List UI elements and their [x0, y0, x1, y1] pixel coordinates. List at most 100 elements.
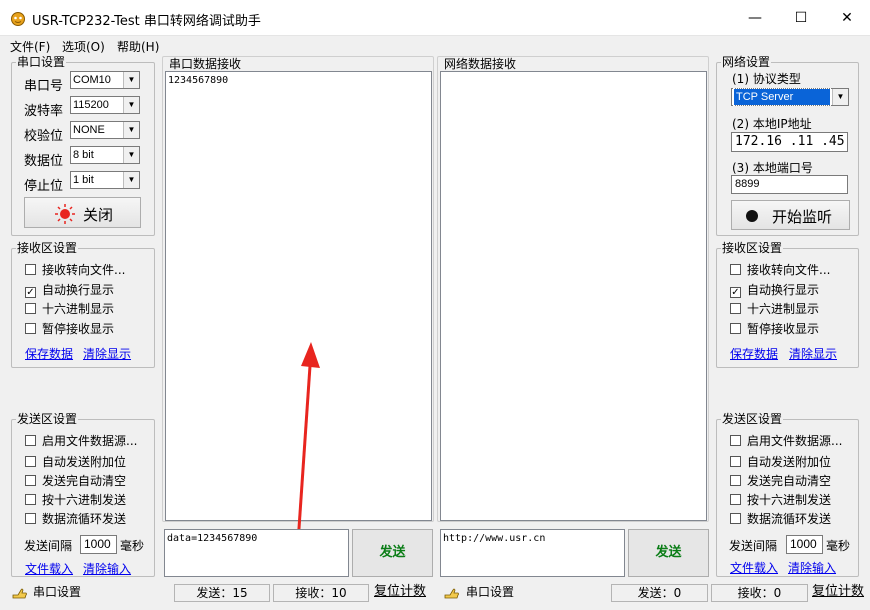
left-pause-display-checkbox[interactable]: 暂停接收显示 — [25, 322, 114, 338]
right-hex-send-checkbox[interactable]: 按十六进制发送 — [730, 493, 831, 509]
right-clear-display-link[interactable]: 清除显示 — [789, 345, 837, 362]
app-icon — [11, 12, 25, 26]
checkbox-label: 自动换行显示 — [747, 283, 820, 297]
left-hex-send-checkbox[interactable]: 按十六进制发送 — [25, 493, 126, 509]
start-listen-label: 开始监听 — [772, 208, 833, 226]
checkbox-box — [25, 513, 36, 524]
right-auto-wrap-checkbox[interactable]: ✓ 自动换行显示 — [730, 283, 819, 299]
protocol-label: (1) 协议类型 — [732, 72, 801, 86]
right-loop-send-checkbox[interactable]: 数据流循环发送 — [730, 512, 831, 528]
close-port-button[interactable]: 关闭 — [24, 197, 141, 228]
right-recv-to-file-checkbox[interactable]: 接收转向文件... — [730, 263, 830, 279]
checkbox-box — [730, 435, 741, 446]
checkbox-label: 自动发送附加位 — [42, 455, 127, 469]
left-clear-display-link[interactable]: 清除显示 — [83, 345, 131, 362]
right-send-legend: 发送区设置 — [722, 412, 783, 426]
baud-select[interactable]: 115200 ▼ — [70, 96, 140, 114]
minimize-button[interactable]: — — [732, 0, 778, 36]
ip-input[interactable]: 172.16 .11 .45 — [731, 132, 848, 152]
checkbox-box — [730, 513, 741, 524]
right-hex-display-checkbox[interactable]: 十六进制显示 — [730, 302, 819, 318]
maximize-button[interactable]: ☐ — [778, 0, 824, 36]
start-listen-button[interactable]: 开始监听 — [731, 200, 850, 230]
network-receive-textarea[interactable] — [440, 71, 707, 521]
checkbox-label: 自动发送附加位 — [747, 455, 832, 469]
menu-help[interactable]: 帮助(H) — [117, 38, 159, 55]
parity-select[interactable]: NONE ▼ — [70, 121, 140, 139]
hand-pointer-icon — [12, 588, 27, 599]
left-save-data-link[interactable]: 保存数据 — [25, 345, 73, 362]
left-append-bits-checkbox[interactable]: 自动发送附加位 — [25, 455, 126, 471]
menu-bar: 文件(F) 选项(O) 帮助(H) — [0, 36, 870, 56]
port-value: COM10 — [73, 74, 111, 86]
status-right-reset-counter[interactable]: 复位计数 — [812, 584, 864, 602]
close-window-button[interactable]: ✕ — [824, 0, 870, 36]
network-send-input[interactable]: http://www.usr.cn — [440, 529, 625, 577]
checkbox-box — [730, 494, 741, 505]
menu-file[interactable]: 文件(F) — [10, 38, 50, 55]
serial-send-button[interactable]: 发送 — [352, 529, 433, 577]
port-select[interactable]: COM10 ▼ — [70, 71, 140, 89]
left-file-source-checkbox[interactable]: 启用文件数据源... — [25, 434, 137, 450]
left-clear-input-link[interactable]: 清除输入 — [83, 560, 131, 577]
left-receive-legend: 接收区设置 — [17, 241, 78, 255]
status-right-received: 接收：0 — [711, 584, 808, 602]
network-settings-legend: 网络设置 — [722, 55, 771, 69]
left-auto-wrap-checkbox[interactable]: ✓ 自动换行显示 — [25, 283, 114, 299]
right-file-load-link[interactable]: 文件载入 — [730, 559, 778, 576]
checkbox-box — [730, 264, 741, 275]
checkbox-label: 按十六进制发送 — [747, 493, 832, 507]
menu-options[interactable]: 选项(O) — [62, 38, 105, 55]
checkbox-box — [25, 435, 36, 446]
checkbox-label: 数据流循环发送 — [42, 512, 127, 526]
status-left-reset-counter[interactable]: 复位计数 — [374, 584, 426, 602]
right-interval-input[interactable]: 1000 — [786, 535, 823, 554]
checkbox-label: 暂停接收显示 — [747, 322, 820, 336]
checkbox-label: 按十六进制发送 — [42, 493, 127, 507]
ip-label: (2) 本地IP地址 — [732, 117, 812, 131]
baud-value: 115200 — [73, 99, 109, 111]
stopbits-value: 1 bit — [73, 174, 94, 186]
left-recv-to-file-checkbox[interactable]: 接收转向文件... — [25, 263, 125, 279]
title-bar: USR-TCP232-Test 串口转网络调试助手 — ☐ ✕ — [0, 0, 870, 36]
status-right-sent: 发送：0 — [611, 584, 708, 602]
checkbox-box — [730, 475, 741, 486]
chevron-down-icon: ▼ — [832, 89, 848, 105]
status-left-sent: 发送：15 — [174, 584, 270, 602]
checkbox-box — [730, 456, 741, 467]
checkbox-box — [25, 323, 36, 334]
left-interval-label: 发送间隔 — [24, 539, 73, 553]
checkbox-label: 暂停接收显示 — [42, 322, 115, 336]
stopbits-select[interactable]: 1 bit ▼ — [70, 171, 140, 189]
checkbox-box — [25, 475, 36, 486]
right-save-data-link[interactable]: 保存数据 — [730, 345, 778, 362]
right-pause-display-checkbox[interactable]: 暂停接收显示 — [730, 322, 819, 338]
window-title: USR-TCP232-Test 串口转网络调试助手 — [32, 14, 261, 29]
databits-select[interactable]: 8 bit ▼ — [70, 146, 140, 164]
status-right-label: 串口设置 — [466, 585, 515, 599]
right-auto-clear-checkbox[interactable]: 发送完自动清空 — [730, 474, 831, 490]
left-file-load-link[interactable]: 文件载入 — [25, 560, 73, 577]
right-interval-label: 发送间隔 — [729, 539, 778, 553]
databits-label: 数据位 — [24, 154, 64, 169]
left-hex-display-checkbox[interactable]: 十六进制显示 — [25, 302, 114, 318]
network-send-button[interactable]: 发送 — [628, 529, 709, 577]
left-loop-send-checkbox[interactable]: 数据流循环发送 — [25, 512, 126, 528]
serial-send-input[interactable]: data=1234567890 — [164, 529, 349, 577]
protocol-select[interactable]: TCP Server ▼ — [731, 88, 849, 106]
checkbox-label: 接收转向文件... — [747, 263, 831, 277]
chevron-down-icon: ▼ — [123, 72, 139, 88]
checkbox-label: 自动换行显示 — [42, 283, 115, 297]
port-number-input[interactable]: 8899 — [731, 175, 848, 194]
right-receive-legend: 接收区设置 — [722, 241, 783, 255]
right-clear-input-link[interactable]: 清除输入 — [788, 559, 836, 576]
right-append-bits-checkbox[interactable]: 自动发送附加位 — [730, 455, 831, 471]
left-interval-unit: 毫秒 — [120, 539, 145, 553]
checkbox-label: 接收转向文件... — [42, 263, 126, 277]
left-interval-input[interactable]: 1000 — [80, 535, 117, 554]
status-left-label: 串口设置 — [33, 585, 82, 599]
left-auto-clear-checkbox[interactable]: 发送完自动清空 — [25, 474, 126, 490]
port-number-label: (3) 本地端口号 — [732, 161, 813, 175]
right-file-source-checkbox[interactable]: 启用文件数据源... — [730, 434, 842, 450]
checkbox-label: 启用文件数据源... — [747, 434, 843, 448]
